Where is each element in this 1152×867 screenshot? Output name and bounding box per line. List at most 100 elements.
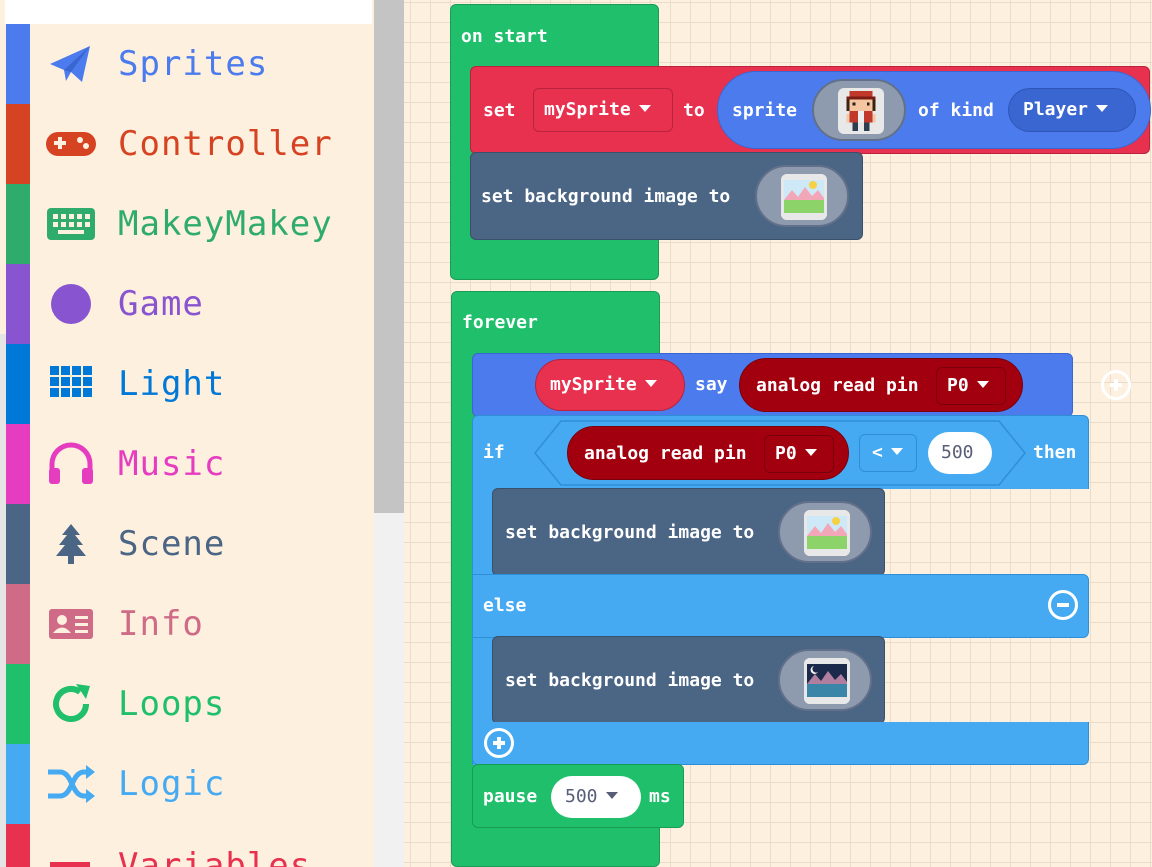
keyboard-icon bbox=[47, 208, 95, 240]
sprite-label: sprite bbox=[732, 100, 798, 121]
night-background-image bbox=[804, 658, 850, 704]
add-else-plus-icon[interactable] bbox=[484, 728, 514, 758]
category-light[interactable]: Light bbox=[0, 344, 374, 424]
category-label: Logic bbox=[118, 764, 226, 804]
category-color-bar bbox=[6, 184, 30, 264]
shuffle-icon bbox=[48, 765, 95, 803]
sprite-variable-reporter[interactable]: mySprite bbox=[535, 359, 685, 411]
category-label: Music bbox=[118, 444, 226, 484]
toolbox: Sprites Controller MakeyMakey Game Light… bbox=[0, 0, 374, 867]
pixel-character-icon bbox=[846, 90, 876, 132]
sprite-say-block[interactable]: mySprite say analog read pin P0 bbox=[472, 353, 1131, 417]
category-label: Variables bbox=[118, 846, 312, 867]
list-icon bbox=[50, 862, 90, 867]
gamepad-icon bbox=[46, 132, 96, 156]
day-landscape-icon bbox=[781, 174, 827, 220]
analog-read-label: analog read pin bbox=[584, 443, 747, 464]
toolbox-scrollbar-thumb[interactable] bbox=[374, 0, 404, 513]
set-sprite-block[interactable]: set mySprite to sprite of kind Player bbox=[470, 66, 1151, 154]
sprite-of-kind-block[interactable]: sprite of kind Player bbox=[717, 71, 1151, 149]
variable-dropdown[interactable]: mySprite bbox=[533, 88, 673, 132]
say-label: say bbox=[695, 374, 728, 395]
pause-duration-value: 500 bbox=[565, 785, 618, 809]
category-color-bar bbox=[6, 24, 30, 104]
compare-value-input[interactable]: 500 bbox=[928, 432, 992, 474]
operator-dropdown[interactable]: < bbox=[859, 434, 917, 472]
if-label: if bbox=[483, 442, 505, 463]
category-label: Game bbox=[118, 284, 204, 324]
refresh-icon bbox=[53, 684, 90, 722]
category-label: Scene bbox=[118, 524, 226, 564]
pause-unit-label: ms bbox=[649, 786, 671, 807]
category-loops[interactable]: Loops bbox=[0, 664, 374, 744]
then-label: then bbox=[1033, 442, 1077, 463]
pin-value: P0 bbox=[775, 442, 817, 466]
day-landscape-icon bbox=[804, 510, 850, 556]
then-set-background-block[interactable]: set background image to bbox=[492, 488, 885, 576]
category-info[interactable]: Info bbox=[0, 584, 374, 664]
variable-name: mySprite bbox=[550, 373, 657, 397]
background-image-field[interactable] bbox=[778, 501, 872, 563]
pin-value: P0 bbox=[947, 374, 989, 398]
day-background-image bbox=[804, 510, 850, 556]
pin-dropdown[interactable]: P0 bbox=[936, 367, 1006, 405]
else-section[interactable]: else bbox=[472, 574, 1089, 638]
category-game[interactable]: Game bbox=[0, 264, 374, 344]
set-background-label: set background image to bbox=[505, 670, 755, 691]
toolbox-search-area[interactable] bbox=[5, 0, 372, 24]
expand-plus-icon[interactable] bbox=[1101, 370, 1131, 400]
analog-read-reporter[interactable]: analog read pin P0 bbox=[739, 358, 1023, 412]
kind-dropdown[interactable]: Player bbox=[1008, 88, 1136, 132]
on-start-label: on start bbox=[461, 26, 548, 47]
category-color-bar bbox=[6, 104, 30, 184]
pause-label: pause bbox=[483, 786, 538, 807]
category-sprites[interactable]: Sprites bbox=[0, 24, 374, 104]
category-color-bar bbox=[6, 264, 30, 344]
category-label: Loops bbox=[118, 684, 226, 724]
paper-plane-icon bbox=[50, 46, 90, 82]
background-image-field[interactable] bbox=[778, 649, 872, 711]
category-label: MakeyMakey bbox=[118, 204, 333, 244]
if-block[interactable]: if analog read pin P0 < 500 then bbox=[472, 415, 1089, 489]
grid-icon bbox=[50, 366, 92, 397]
category-label: Controller bbox=[118, 124, 333, 164]
category-color-bar bbox=[6, 664, 30, 744]
else-set-background-block[interactable]: set background image to bbox=[492, 636, 885, 724]
pause-duration-dropdown[interactable]: 500 bbox=[551, 776, 641, 818]
background-image-field[interactable] bbox=[755, 165, 849, 227]
toolbox-scrollbar-track[interactable] bbox=[374, 513, 404, 867]
to-label: to bbox=[683, 100, 705, 121]
category-controller[interactable]: Controller bbox=[0, 104, 374, 184]
night-landscape-icon bbox=[804, 658, 850, 704]
pin-dropdown[interactable]: P0 bbox=[764, 435, 834, 473]
variable-name: mySprite bbox=[544, 98, 651, 122]
sprite-image-field[interactable] bbox=[812, 79, 906, 141]
tree-icon bbox=[56, 524, 86, 564]
analog-read-reporter[interactable]: analog read pin P0 bbox=[567, 426, 849, 480]
category-music[interactable]: Music bbox=[0, 424, 374, 504]
kind-value: Player bbox=[1023, 98, 1109, 122]
compare-value: 500 bbox=[941, 442, 974, 463]
set-background-block[interactable]: set background image to bbox=[470, 152, 863, 240]
set-label: set bbox=[483, 100, 516, 121]
category-color-bar bbox=[6, 424, 30, 504]
remove-else-minus-icon[interactable] bbox=[1048, 590, 1078, 620]
category-scene[interactable]: Scene bbox=[0, 504, 374, 584]
category-color-bar bbox=[6, 744, 30, 824]
if-block-footer bbox=[472, 722, 1089, 765]
analog-read-label: analog read pin bbox=[756, 375, 919, 396]
workspace[interactable]: on start set mySprite to sprite of kind … bbox=[404, 0, 1152, 867]
day-background-image bbox=[781, 174, 827, 220]
set-background-label: set background image to bbox=[481, 186, 731, 207]
circle-icon bbox=[51, 284, 91, 324]
category-label: Info bbox=[118, 604, 204, 644]
pause-block[interactable]: pause 500 ms bbox=[472, 764, 684, 828]
category-color-bar bbox=[6, 344, 30, 424]
id-card-icon bbox=[49, 609, 93, 639]
else-label: else bbox=[483, 595, 527, 616]
category-makeymakey[interactable]: MakeyMakey bbox=[0, 184, 374, 264]
forever-label: forever bbox=[462, 312, 538, 333]
of-kind-label: of kind bbox=[918, 100, 994, 121]
category-logic[interactable]: Logic bbox=[0, 744, 374, 824]
category-variables[interactable]: Variables bbox=[0, 824, 374, 867]
